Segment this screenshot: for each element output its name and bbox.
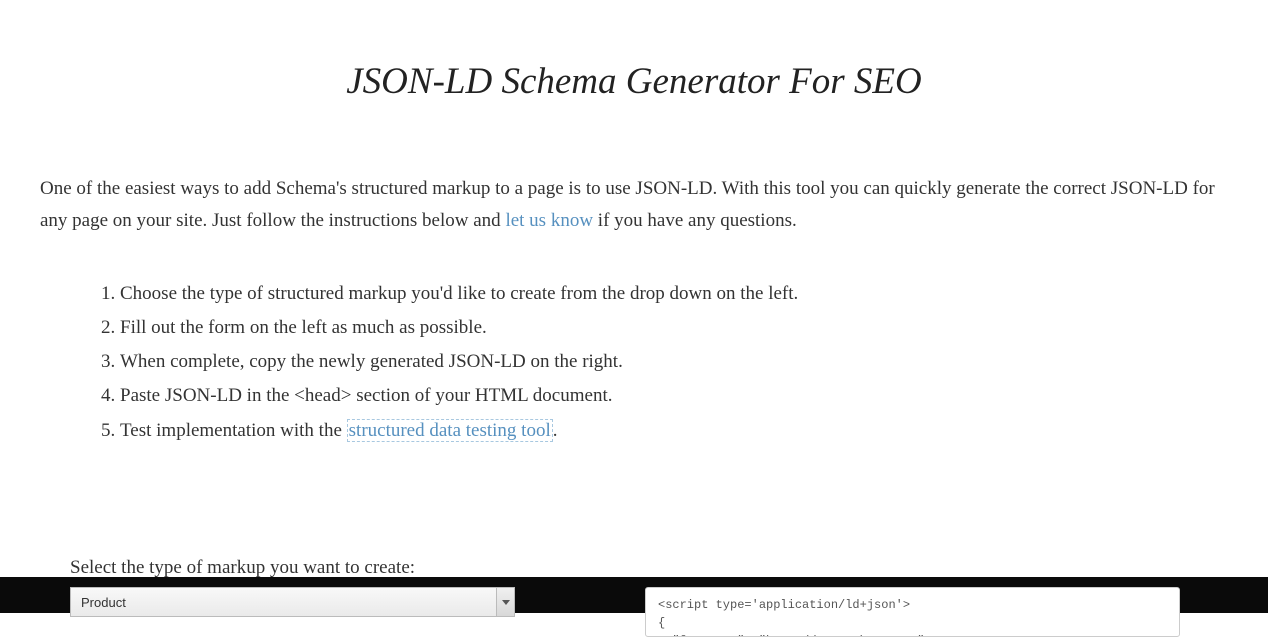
structured-data-testing-tool-link[interactable]: structured data testing tool	[347, 419, 553, 442]
instructions-list: Choose the type of structured markup you…	[120, 278, 1228, 447]
step-2: Fill out the form on the left as much as…	[120, 312, 1228, 344]
intro-text-after: if you have any questions.	[593, 210, 797, 231]
step-5: Test implementation with the structured …	[120, 415, 1228, 447]
step-4: Paste JSON-LD in the <head> section of y…	[120, 380, 1228, 412]
step-3: When complete, copy the newly generated …	[120, 346, 1228, 378]
step-1: Choose the type of structured markup you…	[120, 278, 1228, 310]
step-5-before: Test implementation with the	[120, 420, 347, 441]
intro-paragraph: One of the easiest ways to add Schema's …	[40, 173, 1228, 238]
selected-value: Product	[81, 595, 126, 610]
select-label: Select the type of markup you want to cr…	[70, 557, 1228, 579]
json-ld-output[interactable]: <script type='application/ld+json'> { "@…	[645, 587, 1180, 637]
chevron-down-icon	[496, 588, 514, 616]
let-us-know-link[interactable]: let us know	[505, 210, 593, 231]
step-5-after: .	[553, 420, 558, 441]
page-title: JSON-LD Schema Generator For SEO	[40, 60, 1228, 103]
